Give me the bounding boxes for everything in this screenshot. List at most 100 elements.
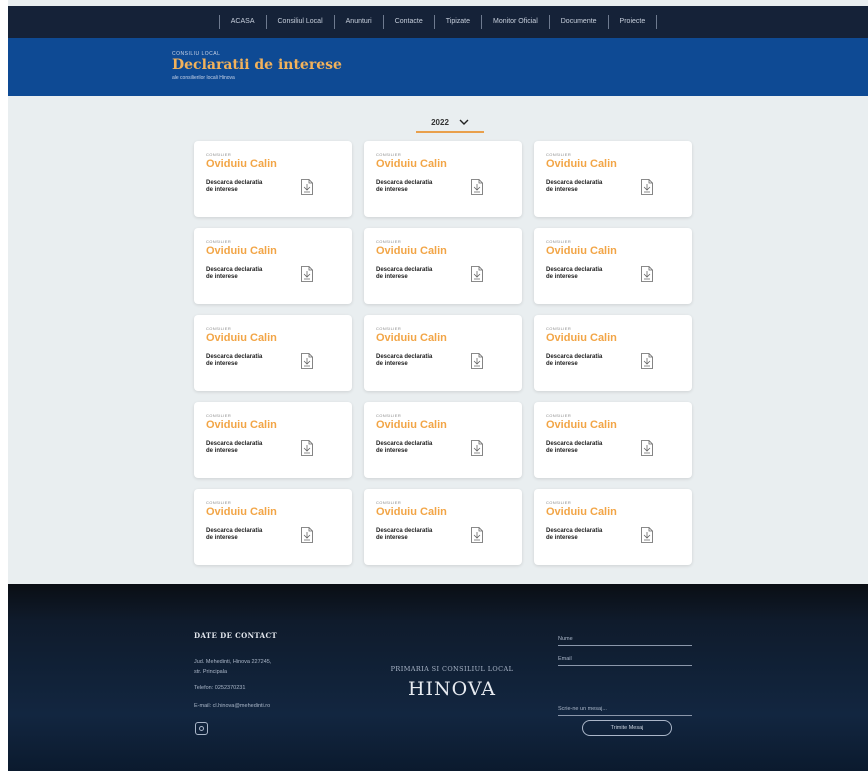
document-download-icon[interactable] [300, 527, 314, 543]
download-declaration-link[interactable]: Descarca declaratia de interese [376, 354, 440, 368]
download-declaration-link[interactable]: Descarca declaratia de interese [376, 180, 440, 194]
card-name: Oviduiu Calin [206, 245, 277, 257]
card-role: CONSILIER [206, 239, 232, 244]
declaration-card: CONSILIER Oviduiu Calin Descarca declarati… [194, 315, 352, 391]
footer: DATE DE CONTACT Jud. Mehedinti, Hinova 2… [8, 584, 868, 771]
download-declaration-link[interactable]: Descarca declaratia de interese [546, 354, 610, 368]
card-role: CONSILIER [546, 326, 572, 331]
card-name: Oviduiu Calin [546, 332, 617, 344]
card-name: Oviduiu Calin [376, 332, 447, 344]
download-declaration-link[interactable]: Descarca declaratia de interese [376, 528, 440, 542]
card-name: Oviduiu Calin [206, 506, 277, 518]
download-declaration-link[interactable]: Descarca declaratia de interese [206, 528, 270, 542]
card-role: CONSILIER [376, 413, 402, 418]
declaration-card: CONSILIER Oviduiu Calin Descarca declarati… [534, 489, 692, 565]
card-name: Oviduiu Calin [376, 158, 447, 170]
document-download-icon[interactable] [300, 353, 314, 369]
instagram-icon[interactable] [195, 722, 208, 735]
main-nav: ACASA Consiliul Local Anunturi Contacte … [8, 6, 868, 38]
document-download-icon[interactable] [470, 353, 484, 369]
document-download-icon[interactable] [470, 266, 484, 282]
document-download-icon[interactable] [470, 440, 484, 456]
card-name: Oviduiu Calin [376, 506, 447, 518]
document-download-icon[interactable] [300, 440, 314, 456]
declaration-card: CONSILIER Oviduiu Calin Descarca declarati… [194, 402, 352, 478]
card-role: CONSILIER [206, 413, 232, 418]
download-declaration-link[interactable]: Descarca declaratia de interese [546, 528, 610, 542]
declaration-card: CONSILIER Oviduiu Calin Descarca declarati… [534, 141, 692, 217]
nav-item-tipizate[interactable]: Tipizate [433, 15, 481, 29]
page-title: Declaratii de interese [172, 57, 342, 73]
page-banner: CONSILIU LOCAL Declaratii de interese al… [8, 38, 868, 96]
card-role: CONSILIER [546, 500, 572, 505]
document-download-icon[interactable] [640, 527, 654, 543]
document-download-icon[interactable] [640, 179, 654, 195]
page-frame: ACASA Consiliul Local Anunturi Contacte … [8, 0, 868, 771]
download-declaration-link[interactable]: Descarca declaratia de interese [546, 267, 610, 281]
nav-item-anunturi[interactable]: Anunturi [333, 15, 383, 29]
contact-name-input[interactable]: Nume [558, 633, 692, 646]
nav-item-consiliul-local[interactable]: Consiliul Local [265, 15, 334, 29]
footer-email[interactable]: E-mail: cl.hinova@mehedinti.ro [194, 703, 270, 709]
nav-item-acasa[interactable]: ACASA [218, 15, 266, 29]
download-declaration-link[interactable]: Descarca declaratia de interese [546, 180, 610, 194]
card-role: CONSILIER [206, 152, 232, 157]
declaration-card: CONSILIER Oviduiu Calin Descarca declarati… [534, 402, 692, 478]
download-declaration-link[interactable]: Descarca declaratia de interese [206, 267, 270, 281]
contact-email-input[interactable]: Email [558, 653, 692, 666]
card-role: CONSILIER [546, 239, 572, 244]
card-role: CONSILIER [546, 152, 572, 157]
card-name: Oviduiu Calin [206, 419, 277, 431]
document-download-icon[interactable] [640, 440, 654, 456]
download-declaration-link[interactable]: Descarca declaratia de interese [206, 441, 270, 455]
send-message-button[interactable]: Trimite Mesaj [582, 720, 672, 736]
card-role: CONSILIER [206, 326, 232, 331]
declaration-card: CONSILIER Oviduiu Calin Descarca declarati… [534, 315, 692, 391]
banner-subtitle: ale consilierilor locali Hinova [172, 75, 235, 81]
document-download-icon[interactable] [640, 266, 654, 282]
year-value: 2022 [431, 117, 449, 127]
download-declaration-link[interactable]: Descarca declaratia de interese [546, 441, 610, 455]
card-name: Oviduiu Calin [546, 506, 617, 518]
card-name: Oviduiu Calin [206, 158, 277, 170]
year-dropdown[interactable]: 2022 [416, 113, 484, 133]
declaration-card: CONSILIER Oviduiu Calin Descarca declarati… [194, 141, 352, 217]
card-role: CONSILIER [206, 500, 232, 505]
card-name: Oviduiu Calin [546, 245, 617, 257]
card-role: CONSILIER [376, 239, 402, 244]
document-download-icon[interactable] [470, 179, 484, 195]
download-declaration-link[interactable]: Descarca declaratia de interese [376, 267, 440, 281]
nav-item-monitor-oficial[interactable]: Monitor Oficial [481, 15, 549, 29]
contact-message-input[interactable]: Scrie-ne un mesaj... [558, 703, 692, 716]
card-role: CONSILIER [546, 413, 572, 418]
nav-item-proiecte[interactable]: Proiecte [607, 15, 658, 29]
document-download-icon[interactable] [470, 527, 484, 543]
download-declaration-link[interactable]: Descarca declaratia de interese [206, 180, 270, 194]
card-role: CONSILIER [376, 152, 402, 157]
card-role: CONSILIER [376, 326, 402, 331]
nav-item-contacte[interactable]: Contacte [382, 15, 434, 29]
nav-item-documente[interactable]: Documente [548, 15, 608, 29]
footer-contact-heading: DATE DE CONTACT [194, 631, 278, 640]
document-download-icon[interactable] [300, 179, 314, 195]
declaration-card: CONSILIER Oviduiu Calin Descarca declarati… [364, 228, 522, 304]
card-name: Oviduiu Calin [376, 419, 447, 431]
document-download-icon[interactable] [300, 266, 314, 282]
footer-org-subtitle: PRIMARIA SI CONSILIUL LOCAL [390, 665, 514, 673]
download-declaration-link[interactable]: Descarca declaratia de interese [376, 441, 440, 455]
declaration-card: CONSILIER Oviduiu Calin Descarca declarati… [534, 228, 692, 304]
document-download-icon[interactable] [640, 353, 654, 369]
footer-org-name: HINOVA [407, 678, 497, 700]
declaration-card: CONSILIER Oviduiu Calin Descarca declarati… [364, 489, 522, 565]
footer-address-line2: str. Principala [194, 669, 228, 675]
card-name: Oviduiu Calin [376, 245, 447, 257]
declarations-grid: CONSILIER Oviduiu Calin Descarca declarati… [194, 141, 694, 565]
download-declaration-link[interactable]: Descarca declaratia de interese [206, 354, 270, 368]
declaration-card: CONSILIER Oviduiu Calin Descarca declarati… [364, 402, 522, 478]
card-role: CONSILIER [376, 500, 402, 505]
card-name: Oviduiu Calin [206, 332, 277, 344]
card-name: Oviduiu Calin [546, 158, 617, 170]
footer-phone: Telefon: 0252370231 [194, 685, 246, 691]
chevron-down-icon [459, 119, 469, 125]
card-name: Oviduiu Calin [546, 419, 617, 431]
